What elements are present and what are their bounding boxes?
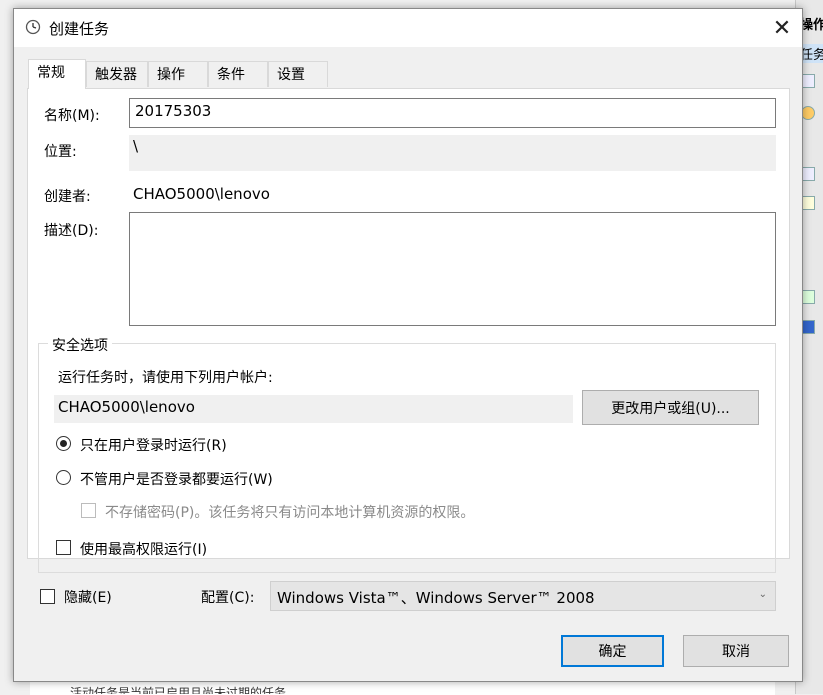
description-label: 描述(D): — [44, 223, 99, 239]
security-options-title: 安全选项 — [48, 335, 112, 355]
name-value: 20175303 — [135, 102, 212, 120]
task-action-icon[interactable] — [801, 74, 815, 88]
author-label: 创建者: — [44, 189, 91, 205]
do-not-store-password-label: 不存储密码(P)。该任务将只有访问本地计算机资源的权限。 — [105, 505, 475, 521]
author-value: CHAO5000\lenovo — [133, 185, 270, 203]
tab-general[interactable]: 常规 — [28, 59, 86, 89]
task-action-icon[interactable] — [801, 106, 815, 120]
description-field[interactable] — [129, 212, 776, 326]
run-as-label: 运行任务时，请使用下列用户帐户: — [58, 370, 273, 386]
run-whether-logged-on-radio[interactable] — [56, 470, 71, 485]
run-as-user-field: CHAO5000\lenovo — [54, 395, 573, 423]
change-user-button[interactable]: 更改用户或组(U)... — [582, 390, 759, 425]
dialog-titlebar: 创建任务 ✕ — [14, 9, 802, 47]
clock-icon — [25, 19, 41, 35]
hidden-label[interactable]: 隐藏(E) — [64, 587, 112, 607]
run-only-logged-on-label[interactable]: 只在用户登录时运行(R) — [80, 435, 227, 455]
chevron-down-icon: ⌄ — [758, 589, 767, 600]
name-field[interactable]: 20175303 — [129, 98, 776, 128]
location-label: 位置: — [44, 144, 77, 160]
hidden-checkbox[interactable] — [40, 589, 55, 604]
tab-conditions[interactable]: 条件 — [208, 61, 268, 87]
location-value: \ — [133, 137, 139, 155]
task-action-icon[interactable] — [801, 290, 815, 304]
configure-label: 配置(C): — [201, 590, 255, 606]
configure-value: Windows Vista™、Windows Server™ 2008 — [277, 589, 595, 607]
configure-dropdown[interactable]: Windows Vista™、Windows Server™ 2008 ⌄ — [270, 581, 776, 611]
tab-triggers[interactable]: 触发器 — [86, 61, 148, 87]
close-button[interactable]: ✕ — [762, 9, 802, 47]
task-action-icon[interactable] — [801, 167, 815, 181]
run-only-logged-on-radio[interactable] — [56, 436, 71, 451]
name-label: 名称(M): — [44, 108, 100, 124]
run-whether-logged-on-label[interactable]: 不管用户是否登录都要运行(W) — [80, 469, 273, 489]
background-status-text: 活动任务是当前已启用且尚未过期的任务。 — [70, 686, 299, 694]
location-field: \ — [129, 135, 776, 171]
dialog-title: 创建任务 — [49, 20, 110, 38]
tab-actions[interactable]: 操作 — [148, 61, 208, 87]
close-icon: ✕ — [772, 15, 792, 41]
task-action-icon[interactable] — [801, 196, 815, 210]
highest-privileges-checkbox[interactable] — [56, 540, 71, 555]
ok-button[interactable]: 确定 — [561, 635, 664, 667]
actions-pane-task-item[interactable]: 任务 — [800, 44, 823, 63]
tab-settings[interactable]: 设置 — [268, 61, 328, 87]
actions-pane-header: 操作 — [800, 18, 823, 33]
help-icon[interactable] — [801, 320, 815, 334]
cancel-button[interactable]: 取消 — [683, 635, 789, 667]
do-not-store-password-checkbox[interactable] — [81, 503, 96, 518]
run-as-user-value: CHAO5000\lenovo — [58, 398, 195, 416]
highest-privileges-label[interactable]: 使用最高权限运行(I) — [80, 539, 207, 559]
